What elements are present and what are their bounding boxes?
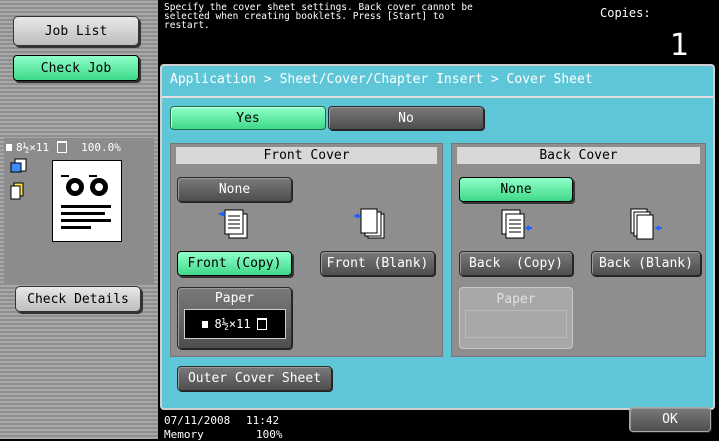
back-blank-icon <box>625 204 665 244</box>
front-cover-title: Front Cover <box>176 147 437 164</box>
panel-divider <box>162 96 713 98</box>
check-details-button[interactable]: Check Details <box>15 286 141 312</box>
back-paper-label: Paper <box>496 292 536 307</box>
orientation-icon <box>256 318 267 330</box>
tray-icon <box>202 320 209 328</box>
front-blank-icon <box>350 204 390 244</box>
paper-size-indicator: 8½×11 100.0% <box>6 139 152 155</box>
front-blank-button[interactable]: Front (Blank) <box>320 251 435 276</box>
zoom-label: 100.0% <box>81 140 121 154</box>
front-copy-icon <box>215 204 255 244</box>
time-label: 11:42 <box>246 414 280 427</box>
front-none-button[interactable]: None <box>177 177 292 202</box>
back-paper-value-box <box>465 310 567 338</box>
back-copy-icon <box>496 204 536 244</box>
front-paper-value-box: 8½×11 <box>183 309 286 339</box>
ok-button[interactable]: OK <box>629 407 711 432</box>
breadcrumb: Application > Sheet/Cover/Chapter Insert… <box>170 72 593 87</box>
back-blank-button[interactable]: Back (Blank) <box>591 251 701 276</box>
duplex-icon <box>9 182 25 200</box>
front-paper-button[interactable]: Paper 8½×11 <box>177 287 292 349</box>
page-preview <box>52 160 122 242</box>
check-job-button[interactable]: Check Job <box>13 55 139 81</box>
front-copy-button[interactable]: Front (Copy) <box>177 251 292 276</box>
instruction-message: Specify the cover sheet settings. Back c… <box>164 2 473 31</box>
memory-value: 100% <box>256 428 283 441</box>
copies-label: Copies: <box>600 6 651 20</box>
back-copy-button[interactable]: Back (Copy) <box>459 251 573 276</box>
front-paper-label: Paper <box>214 291 255 306</box>
copies-count: 1 <box>670 28 690 63</box>
front-paper-size: 8½×11 <box>214 317 251 331</box>
back-none-button[interactable]: None <box>459 177 573 202</box>
tray-icon <box>6 143 12 151</box>
paper-size-label: 8½×11 <box>16 140 50 154</box>
outer-cover-sheet-button[interactable]: Outer Cover Sheet <box>177 366 332 391</box>
back-cover-title: Back Cover <box>457 147 700 164</box>
date-label: 07/11/2008 <box>164 414 231 427</box>
back-paper-button: Paper <box>459 287 573 349</box>
job-list-button[interactable]: Job List <box>13 16 139 46</box>
copy-mode-icon <box>9 158 27 174</box>
memory-label: Memory <box>164 428 204 441</box>
yes-button[interactable]: Yes <box>170 106 326 130</box>
no-button[interactable]: No <box>328 106 484 130</box>
orientation-icon <box>57 141 68 153</box>
